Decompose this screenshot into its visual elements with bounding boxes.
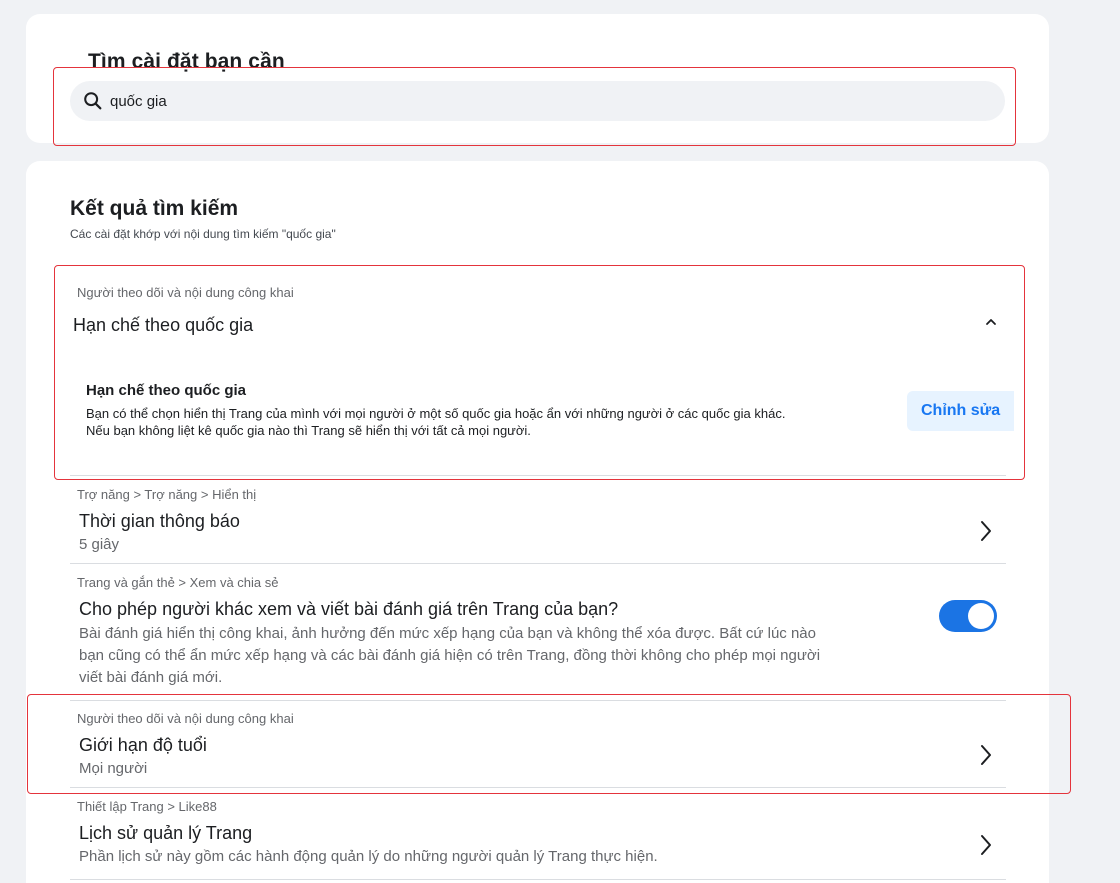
restriction-title: Hạn chế theo quốc gia [86,382,247,399]
setting-item-reviews: Trang và gắn thẻ > Xem và chia sẻ Cho ph… [70,575,1006,695]
item-value: Bài đánh giá hiển thị công khai, ảnh hưở… [79,623,919,689]
item-value-line-1: Bài đánh giá hiển thị công khai, ảnh hưở… [79,625,816,642]
item-crumb: Trợ năng > Trợ năng > Hiển thị [77,487,257,502]
item-value: Mọi người [79,760,148,777]
results-title: Kết quả tìm kiếm [70,197,239,220]
search-input[interactable] [110,92,970,110]
setting-item-management-history[interactable]: Thiết lập Trang > Like88 Lịch sử quản lý… [70,799,1006,874]
item-crumb: Thiết lập Trang > Like88 [77,799,217,814]
results-subtitle: Các cài đặt khớp với nội dung tìm kiếm "… [70,227,336,241]
expanded-crumb: Người theo dõi và nội dung công khai [77,285,294,300]
item-value-line-2: bạn cũng có thể ẩn mức xếp hạng và các b… [79,647,821,664]
chevron-right-icon[interactable] [977,833,995,857]
item-value: Phần lịch sử này gồm các hành động quản … [79,848,658,865]
search-card: Tìm cài đặt bạn cần [26,14,1049,143]
item-crumb: Người theo dõi và nội dung công khai [77,711,294,726]
divider [70,475,1006,476]
item-title: Cho phép người khác xem và viết bài đánh… [79,599,619,619]
divider [70,879,1006,880]
divider [70,787,1006,788]
search-icon [84,92,102,110]
reviews-toggle[interactable] [939,600,997,632]
expanded-title[interactable]: Hạn chế theo quốc gia [73,315,253,336]
search-box[interactable] [70,81,1005,121]
item-value-line-3: viết bài đánh giá mới. [79,669,223,686]
restriction-description: Bạn có thể chọn hiển thị Trang của mình … [86,405,886,439]
item-title: Giới hạn độ tuổi [79,735,207,755]
restriction-desc-line-1: Bạn có thể chọn hiển thị Trang của mình … [86,406,786,421]
setting-item-notification-time[interactable]: Trợ năng > Trợ năng > Hiển thị Thời gian… [70,487,1006,562]
results-card: Kết quả tìm kiếm Các cài đặt khớp với nộ… [26,161,1049,883]
edit-button[interactable]: Chỉnh sửa [907,391,1015,431]
search-title: Tìm cài đặt bạn cần [88,50,285,73]
chevron-right-icon[interactable] [977,743,995,767]
item-title: Thời gian thông báo [79,511,240,531]
divider [70,563,1006,564]
item-crumb: Trang và gắn thẻ > Xem và chia sẻ [77,575,279,590]
chevron-right-icon[interactable] [977,519,995,543]
toggle-knob [968,603,994,629]
divider [70,700,1006,701]
restriction-desc-line-2: Nếu bạn không liệt kê quốc gia nào thì T… [86,423,531,438]
setting-item-age-limit[interactable]: Người theo dõi và nội dung công khai Giớ… [70,711,1006,786]
chevron-up-icon[interactable] [984,315,998,329]
item-title: Lịch sử quản lý Trang [79,823,253,843]
item-value: 5 giây [79,536,120,553]
